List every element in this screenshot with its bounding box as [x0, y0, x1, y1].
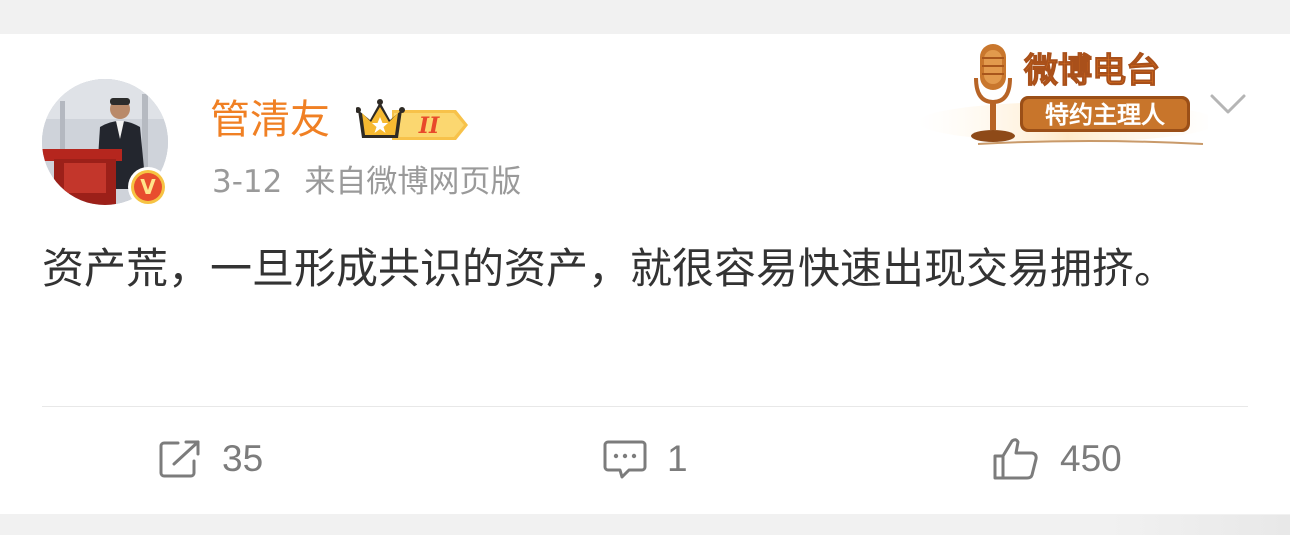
- repost-count: 35: [222, 438, 264, 479]
- verified-mark: V: [134, 173, 162, 201]
- repost-button[interactable]: 35: [158, 434, 263, 484]
- post-source: 来自微博网页版: [304, 164, 522, 200]
- radio-badge-title: 微博电台: [1023, 51, 1160, 91]
- radio-host-badge[interactable]: 微博电台 特约主理人: [918, 40, 1218, 164]
- bottom-fade: [1110, 515, 1290, 535]
- like-count: 450: [1060, 438, 1122, 479]
- post-meta: 3-12 来自微博网页版: [212, 162, 521, 202]
- rank-label: II: [418, 113, 440, 139]
- divider: [42, 406, 1248, 407]
- chevron-down-icon[interactable]: [1208, 90, 1248, 122]
- comment-count: 1: [667, 438, 688, 479]
- weibo-post-card: V 管清友 II 3-12 来自微博网页版 微博电台 特约主理人 资产荒，一旦形…: [0, 34, 1290, 514]
- repost-icon: [159, 440, 200, 478]
- like-icon: [993, 438, 1038, 480]
- radio-badge-subtitle: 特约主理人: [1045, 101, 1165, 129]
- verified-icon: V: [128, 167, 168, 207]
- post-text: 资产荒，一旦形成共识的资产，就很容易快速出现交易拥挤。: [42, 244, 1177, 293]
- comment-button[interactable]: 1: [603, 434, 688, 484]
- username[interactable]: 管清友: [210, 96, 330, 144]
- post-date[interactable]: 3-12: [212, 162, 282, 202]
- comment-icon: [603, 440, 647, 479]
- like-button[interactable]: 450: [992, 434, 1122, 484]
- crown-icon[interactable]: II: [355, 96, 474, 148]
